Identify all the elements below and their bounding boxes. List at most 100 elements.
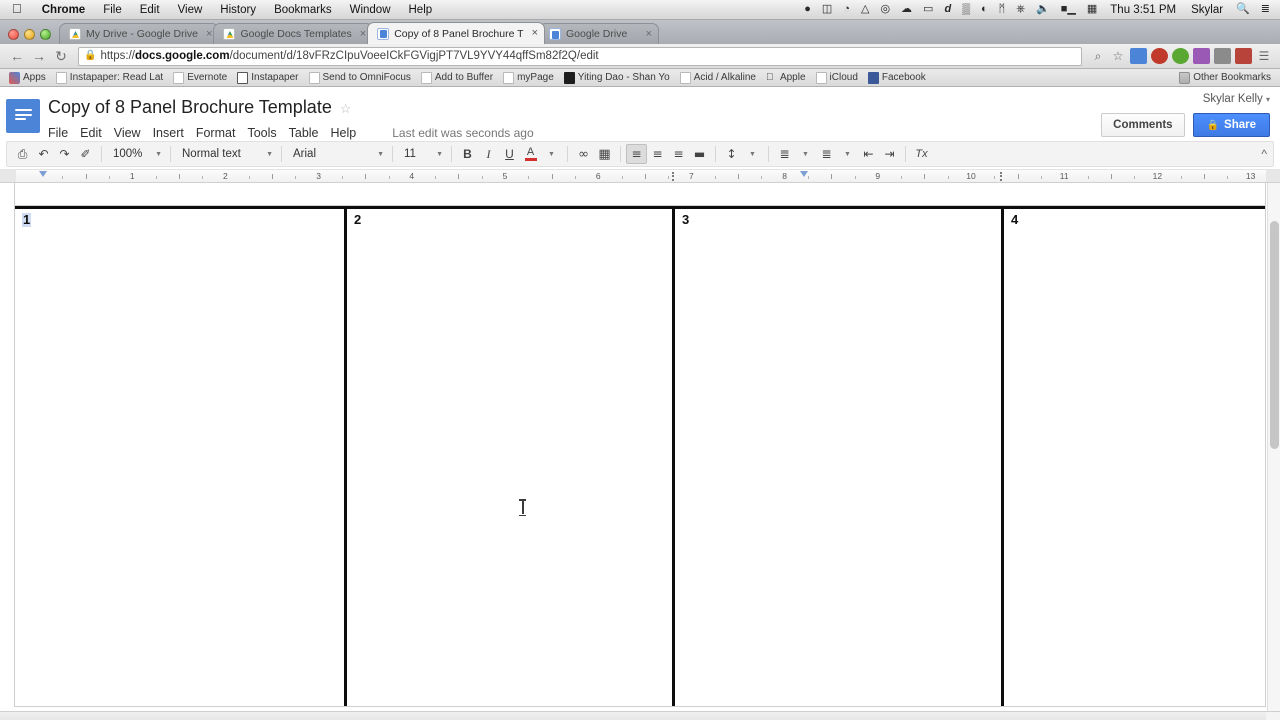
reload-button[interactable]: ↻ bbox=[50, 46, 72, 66]
menubar-clock[interactable]: Thu 3:51 PM bbox=[1103, 4, 1183, 16]
bluetooth-icon[interactable]: ᛗ bbox=[994, 4, 1011, 15]
docs-menu-edit[interactable]: Edit bbox=[80, 125, 111, 141]
evernote-extension-icon[interactable] bbox=[1172, 48, 1189, 64]
line-spacing-icon[interactable]: ↕ bbox=[721, 144, 742, 164]
volume-icon[interactable]: 🔈 bbox=[1031, 4, 1055, 15]
zoom-select[interactable]: 100% ▼ bbox=[107, 144, 165, 164]
font-family-select[interactable]: Arial ▼ bbox=[287, 144, 387, 164]
align-justify-icon[interactable]: ▬ bbox=[689, 144, 710, 164]
vertical-scrollbar[interactable] bbox=[1267, 183, 1280, 711]
adblock-extension-icon[interactable] bbox=[1151, 48, 1168, 64]
cloud-app-icon[interactable]: ☁ bbox=[896, 4, 917, 15]
apple-menu-icon[interactable]:  bbox=[0, 2, 33, 15]
tab-stop-marker[interactable] bbox=[1000, 172, 1003, 181]
pinterest-extension-icon[interactable] bbox=[1235, 48, 1252, 64]
menu-window[interactable]: Window bbox=[341, 4, 400, 16]
bookmark-apple[interactable]:  Apple bbox=[761, 72, 811, 84]
docs-menu-format[interactable]: Format bbox=[196, 125, 245, 141]
document-canvas[interactable]: 1 2 3 4 bbox=[0, 183, 1280, 711]
close-tab-icon[interactable]: × bbox=[203, 29, 212, 40]
align-right-icon[interactable]: ≡ bbox=[668, 144, 689, 164]
battery-icon[interactable]: ■▁ bbox=[1056, 4, 1081, 15]
browser-tab-brochure-active[interactable]: Copy of 8 Panel Brochure T × bbox=[367, 22, 545, 44]
zoom-window-button[interactable] bbox=[40, 29, 51, 40]
time-machine-icon[interactable]: ◎ bbox=[875, 4, 895, 15]
menu-view[interactable]: View bbox=[169, 4, 212, 16]
browser-tab-docs-templates[interactable]: Google Docs Templates × bbox=[213, 23, 373, 44]
document-ruler[interactable]: 12345678910111213 bbox=[0, 169, 1280, 183]
bookmark-instapaper-read-later[interactable]: Instapaper: Read Lat bbox=[51, 72, 168, 84]
numbered-list-dropdown[interactable]: ▼ bbox=[795, 144, 816, 164]
forward-button[interactable]: → bbox=[28, 46, 50, 66]
address-bar[interactable]: 🔒 https://docs.google.com/document/d/18v… bbox=[78, 47, 1082, 66]
text-color-dropdown[interactable]: ▼ bbox=[541, 144, 562, 164]
evernote-icon[interactable]: ◔ bbox=[838, 4, 855, 15]
bulleted-list-icon[interactable]: ≣ bbox=[816, 144, 837, 164]
align-center-icon[interactable]: ≡ bbox=[647, 144, 668, 164]
google-drive-icon[interactable]: △ bbox=[856, 4, 874, 15]
bookmark-add-to-buffer[interactable]: Add to Buffer bbox=[416, 72, 498, 84]
bookmark-acid-alkaline[interactable]: Acid / Alkaline bbox=[675, 72, 761, 84]
numbered-list-icon[interactable]: ≣ bbox=[774, 144, 795, 164]
bookmark-other-bookmarks-folder[interactable]: Other Bookmarks bbox=[1174, 72, 1276, 84]
undo-icon[interactable]: ↶ bbox=[33, 144, 54, 164]
spotlight-search-icon[interactable]: 🔍 bbox=[1231, 4, 1255, 15]
notification-center-icon[interactable]: ≣ bbox=[1256, 4, 1275, 15]
istat-menus-icon[interactable]: ▒ bbox=[957, 4, 975, 15]
menu-help[interactable]: Help bbox=[400, 4, 442, 16]
menu-bookmarks[interactable]: Bookmarks bbox=[265, 4, 341, 16]
share-button[interactable]: 🔒 Share bbox=[1193, 113, 1270, 137]
bookmark-send-to-omnifocus[interactable]: Send to OmniFocus bbox=[304, 72, 416, 84]
bookmark-mypage[interactable]: myPage bbox=[498, 72, 559, 84]
minimize-window-button[interactable] bbox=[24, 29, 35, 40]
lastpass-extension-icon[interactable] bbox=[1193, 48, 1210, 64]
bookmark-star-icon[interactable]: ☆ bbox=[1108, 46, 1128, 66]
insert-link-icon[interactable]: ∞ bbox=[573, 144, 594, 164]
docs-menu-table[interactable]: Table bbox=[289, 125, 328, 141]
user-account-menu[interactable]: Skylar Kelly ▾ bbox=[1101, 93, 1270, 113]
decrease-indent-icon[interactable]: ⇤ bbox=[858, 144, 879, 164]
paint-format-icon[interactable]: ✐ bbox=[75, 144, 96, 164]
pocket-extension-icon[interactable] bbox=[1130, 48, 1147, 64]
menubar-user[interactable]: Skylar bbox=[1184, 4, 1230, 16]
bookmark-yiting-dao[interactable]: Yiting Dao - Shan Yo bbox=[559, 72, 675, 84]
scrollbar-thumb[interactable] bbox=[1270, 221, 1279, 449]
docs-menu-file[interactable]: File bbox=[48, 125, 77, 141]
menu-edit[interactable]: Edit bbox=[131, 4, 169, 16]
docs-menu-insert[interactable]: Insert bbox=[153, 125, 193, 141]
brochure-panel-3[interactable]: 3 bbox=[672, 209, 1001, 706]
close-tab-icon[interactable]: × bbox=[529, 28, 538, 39]
browser-tab-google-drive[interactable]: Google Drive × bbox=[539, 23, 659, 44]
google-docs-logo[interactable] bbox=[6, 99, 40, 133]
bookmark-apps[interactable]: Apps bbox=[4, 72, 51, 84]
menu-chrome[interactable]: Chrome bbox=[33, 4, 94, 16]
line-spacing-dropdown[interactable]: ▼ bbox=[742, 144, 763, 164]
bookmark-icloud[interactable]: iCloud bbox=[811, 72, 863, 84]
brochure-panel-2[interactable]: 2 bbox=[344, 209, 672, 706]
print-icon[interactable]: ⎙ bbox=[12, 144, 33, 164]
collapse-toolbar-icon[interactable]: ^ bbox=[1261, 147, 1267, 161]
menu-file[interactable]: File bbox=[94, 4, 131, 16]
docs-menu-view[interactable]: View bbox=[114, 125, 150, 141]
italic-button[interactable]: I bbox=[478, 144, 499, 164]
bulleted-list-dropdown[interactable]: ▼ bbox=[837, 144, 858, 164]
brochure-panel-1[interactable]: 1 bbox=[15, 209, 344, 706]
insert-comment-icon[interactable]: ▦ bbox=[594, 144, 615, 164]
bold-button[interactable]: B bbox=[457, 144, 478, 164]
bookmark-evernote[interactable]: Evernote bbox=[168, 72, 232, 84]
dropbox-icon[interactable]: ● bbox=[799, 4, 816, 15]
increase-indent-icon[interactable]: ⇥ bbox=[879, 144, 900, 164]
bookmark-facebook[interactable]: Facebook bbox=[863, 72, 931, 84]
paragraph-style-select[interactable]: Normal text ▼ bbox=[176, 144, 276, 164]
font-size-select[interactable]: 11 ▼ bbox=[398, 144, 446, 164]
menu-history[interactable]: History bbox=[211, 4, 265, 16]
display-icon[interactable]: ▭ bbox=[918, 4, 938, 15]
tab-stop-marker[interactable] bbox=[672, 172, 675, 181]
zoom-page-icon[interactable]: ⌕ bbox=[1088, 46, 1108, 66]
star-icon[interactable]: ☆ bbox=[340, 101, 352, 117]
underline-button[interactable]: U bbox=[499, 144, 520, 164]
left-indent-marker[interactable] bbox=[39, 171, 48, 179]
clear-formatting-icon[interactable]: Tx bbox=[911, 144, 932, 164]
last-edit-status[interactable]: Last edit was seconds ago bbox=[392, 126, 533, 140]
text-color-button[interactable]: A bbox=[520, 144, 541, 164]
